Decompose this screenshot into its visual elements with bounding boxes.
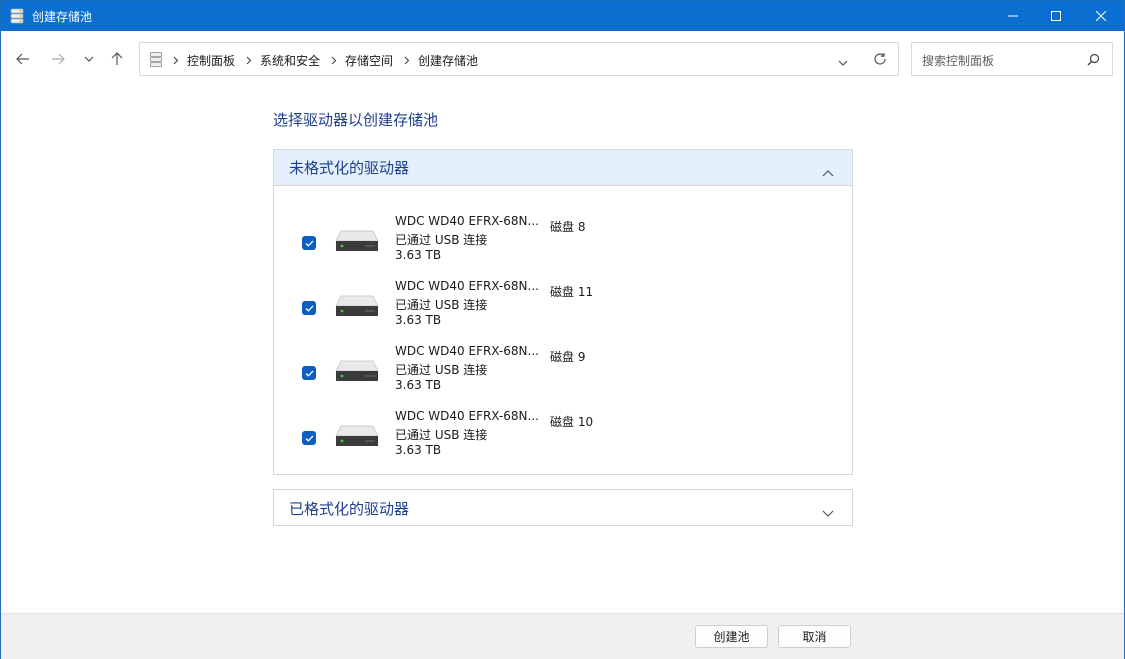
chevron-down-icon[interactable] bbox=[822, 503, 834, 521]
window-title: 创建存储池 bbox=[32, 10, 93, 24]
drive-list: WDC WD40 EFRX-68N... 磁盘 8 已通过 USB 连接 3.6… bbox=[274, 186, 852, 474]
drive-checkbox[interactable] bbox=[302, 431, 316, 445]
breadcrumb-separator-icon bbox=[331, 54, 337, 68]
drive-size: 3.63 TB bbox=[395, 248, 442, 262]
drive-size: 3.63 TB bbox=[395, 313, 442, 327]
breadcrumb-create-pool[interactable]: 创建存储池 bbox=[418, 52, 478, 69]
disk-number: 磁盘 8 bbox=[550, 220, 586, 234]
breadcrumb-system-security[interactable]: 系统和安全 bbox=[260, 52, 320, 69]
create-pool-button[interactable]: 创建池 bbox=[695, 625, 768, 648]
formatted-drives-header[interactable]: 已格式化的驱动器 bbox=[274, 490, 852, 526]
checkmark-icon bbox=[305, 435, 313, 442]
checkmark-icon bbox=[305, 240, 313, 247]
drive-connection: 已通过 USB 连接 bbox=[395, 233, 488, 247]
breadcrumb-separator-icon bbox=[246, 54, 252, 68]
checkmark-icon bbox=[305, 370, 313, 377]
unformatted-drives-header[interactable]: 未格式化的驱动器 bbox=[274, 150, 852, 186]
hard-drive-icon bbox=[335, 294, 379, 321]
hard-drive-icon bbox=[335, 229, 379, 256]
storage-spaces-icon bbox=[10, 8, 24, 24]
drive-name: WDC WD40 EFRX-68N... bbox=[395, 409, 539, 423]
storage-spaces-icon bbox=[150, 52, 162, 70]
drive-connection: 已通过 USB 连接 bbox=[395, 298, 488, 312]
close-icon bbox=[1096, 11, 1106, 21]
breadcrumb-separator-icon bbox=[404, 54, 410, 68]
drive-size: 3.63 TB bbox=[395, 443, 442, 457]
disk-number: 磁盘 11 bbox=[550, 285, 594, 299]
minimize-button[interactable] bbox=[990, 1, 1036, 31]
drive-name: WDC WD40 EFRX-68N... bbox=[395, 214, 539, 228]
arrow-left-icon bbox=[16, 53, 29, 65]
drive-checkbox[interactable] bbox=[302, 301, 316, 315]
refresh-icon bbox=[874, 53, 886, 65]
chevron-down-icon bbox=[84, 56, 94, 62]
search-icon[interactable] bbox=[1087, 53, 1100, 69]
breadcrumb-separator-icon bbox=[173, 54, 179, 68]
create-pool-window: 创建存储池 控制面板 系统和安全 存储空间 创建存储池 搜索控制面板 选择驱动器… bbox=[0, 0, 1125, 659]
drive-size: 3.63 TB bbox=[395, 378, 442, 392]
disk-number: 磁盘 10 bbox=[550, 415, 594, 429]
maximize-icon bbox=[1051, 11, 1061, 21]
list-item[interactable]: WDC WD40 EFRX-68N... 磁盘 9 已通过 USB 连接 3.6… bbox=[274, 342, 852, 398]
formatted-drives-section: 已格式化的驱动器 bbox=[273, 489, 853, 526]
arrow-right-icon bbox=[52, 53, 65, 65]
arrow-up-icon bbox=[111, 52, 123, 65]
address-history-dropdown[interactable] bbox=[838, 55, 848, 69]
search-placeholder: 搜索控制面板 bbox=[922, 54, 995, 68]
disk-number: 磁盘 9 bbox=[550, 350, 586, 364]
recent-locations-button[interactable] bbox=[77, 49, 101, 69]
close-button[interactable] bbox=[1078, 1, 1124, 31]
breadcrumb-control-panel[interactable]: 控制面板 bbox=[187, 52, 235, 69]
checkmark-icon bbox=[305, 305, 313, 312]
cancel-button[interactable]: 取消 bbox=[778, 625, 851, 648]
refresh-button[interactable] bbox=[873, 52, 887, 69]
up-button[interactable] bbox=[105, 49, 129, 69]
chevron-up-icon[interactable] bbox=[822, 163, 834, 181]
section-title: 已格式化的驱动器 bbox=[289, 499, 410, 518]
drive-name: WDC WD40 EFRX-68N... bbox=[395, 279, 539, 293]
hard-drive-icon bbox=[335, 359, 379, 386]
title-bar: 创建存储池 bbox=[1, 1, 1124, 31]
drive-checkbox[interactable] bbox=[302, 236, 316, 250]
minimize-icon bbox=[1008, 15, 1018, 17]
drive-connection: 已通过 USB 连接 bbox=[395, 363, 488, 377]
back-button[interactable] bbox=[11, 49, 35, 69]
drive-name: WDC WD40 EFRX-68N... bbox=[395, 344, 539, 358]
navigation-bar: 控制面板 系统和安全 存储空间 创建存储池 搜索控制面板 bbox=[1, 31, 1124, 87]
list-item[interactable]: WDC WD40 EFRX-68N... 磁盘 10 已通过 USB 连接 3.… bbox=[274, 407, 852, 463]
list-item[interactable]: WDC WD40 EFRX-68N... 磁盘 11 已通过 USB 连接 3.… bbox=[274, 277, 852, 333]
unformatted-drives-section: 未格式化的驱动器 WDC WD40 EFRX-68N... 磁盘 8 已通过 U… bbox=[273, 149, 853, 475]
breadcrumb-storage-spaces[interactable]: 存储空间 bbox=[345, 52, 393, 69]
drive-connection: 已通过 USB 连接 bbox=[395, 428, 488, 442]
drive-checkbox[interactable] bbox=[302, 366, 316, 380]
dialog-footer: 创建池 取消 bbox=[1, 613, 1124, 659]
maximize-button[interactable] bbox=[1033, 1, 1079, 31]
section-title: 未格式化的驱动器 bbox=[289, 159, 410, 177]
page-heading: 选择驱动器以创建存储池 bbox=[273, 111, 439, 129]
hard-drive-icon bbox=[335, 424, 379, 451]
chevron-down-icon bbox=[838, 60, 848, 66]
search-input[interactable]: 搜索控制面板 bbox=[911, 42, 1113, 76]
list-item[interactable]: WDC WD40 EFRX-68N... 磁盘 8 已通过 USB 连接 3.6… bbox=[274, 212, 852, 268]
address-bar[interactable]: 控制面板 系统和安全 存储空间 创建存储池 bbox=[139, 42, 899, 76]
forward-button[interactable] bbox=[46, 49, 70, 69]
